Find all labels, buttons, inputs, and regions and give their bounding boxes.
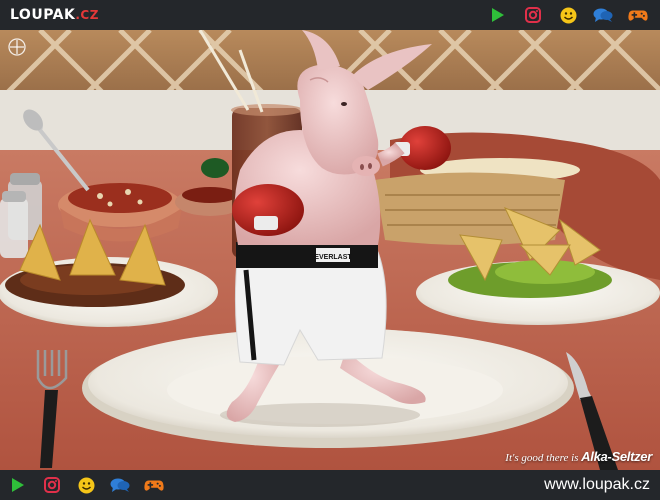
play-icon[interactable] xyxy=(8,476,28,494)
top-social-icons xyxy=(488,6,648,24)
advert-slogan: It's good there is Alka-Seltzer xyxy=(505,449,652,464)
smiley-icon[interactable] xyxy=(76,476,96,494)
chat-bubbles-icon[interactable] xyxy=(110,476,130,494)
chat-bubbles-icon[interactable] xyxy=(593,6,613,24)
play-icon[interactable] xyxy=(488,6,508,24)
instagram-icon[interactable] xyxy=(42,476,62,494)
advert-photo: EVERLAST It's good there is Alka-Seltzer xyxy=(0,30,660,470)
logo-text: LOUPAK xyxy=(10,7,76,23)
bottom-social-icons xyxy=(8,476,164,494)
gamepad-icon[interactable] xyxy=(628,6,648,24)
site-logo[interactable]: LOUPAK.CZ xyxy=(10,6,99,24)
top-bar: LOUPAK.CZ xyxy=(0,0,660,30)
logo-tld: .CZ xyxy=(75,8,99,22)
slogan-text: It's good there is xyxy=(505,452,579,464)
shorts-label: EVERLAST xyxy=(314,254,352,261)
bayer-cross-icon xyxy=(8,38,26,56)
gamepad-icon[interactable] xyxy=(144,476,164,494)
instagram-icon[interactable] xyxy=(523,6,543,24)
site-url[interactable]: www.loupak.cz xyxy=(544,476,650,494)
smiley-icon[interactable] xyxy=(558,6,578,24)
bottom-bar: www.loupak.cz xyxy=(0,470,660,500)
pig-boxer-illustration: EVERLAST xyxy=(0,30,660,470)
brand-name: Alka-Seltzer xyxy=(581,449,652,464)
